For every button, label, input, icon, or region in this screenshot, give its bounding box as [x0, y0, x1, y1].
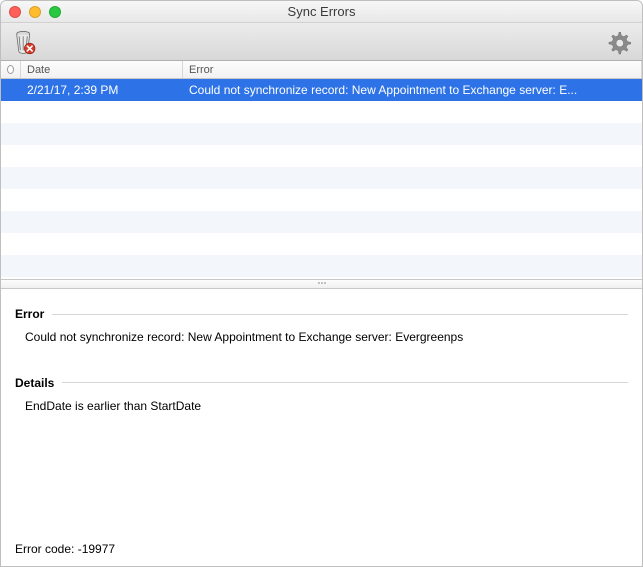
sync-errors-window: Sync Errors	[0, 0, 643, 567]
window-controls	[9, 6, 61, 18]
header-select-all[interactable]	[1, 61, 21, 78]
table-row[interactable]	[1, 233, 642, 255]
toolbar	[1, 23, 642, 61]
window-title: Sync Errors	[1, 4, 642, 19]
radio-icon	[7, 65, 14, 74]
gear-icon	[606, 29, 632, 55]
error-section: Error Could not synchronize record: New …	[15, 307, 628, 346]
details-section: Details EndDate is earlier than StartDat…	[15, 376, 628, 415]
error-section-body: Could not synchronize record: New Appoin…	[15, 329, 628, 346]
details-section-body: EndDate is earlier than StartDate	[15, 398, 628, 415]
rule-icon	[52, 314, 628, 315]
error-code-value: -19977	[78, 542, 115, 556]
close-window-button[interactable]	[9, 6, 21, 18]
details-section-title: Details	[15, 376, 54, 390]
table-row[interactable]	[1, 145, 642, 167]
table-row[interactable]	[1, 189, 642, 211]
header-error[interactable]: Error	[183, 61, 642, 78]
detail-pane: Error Could not synchronize record: New …	[1, 289, 642, 566]
grip-icon	[317, 282, 327, 286]
settings-button[interactable]	[604, 27, 634, 57]
table-row[interactable]	[1, 211, 642, 233]
titlebar: Sync Errors	[1, 1, 642, 23]
rule-icon	[62, 382, 628, 383]
header-date[interactable]: Date	[21, 61, 183, 78]
minimize-window-button[interactable]	[29, 6, 41, 18]
table-row[interactable]: 2/21/17, 2:39 PM Could not synchronize r…	[1, 79, 642, 101]
table-row[interactable]	[1, 255, 642, 277]
error-list: 2/21/17, 2:39 PM Could not synchronize r…	[1, 79, 642, 279]
table-header: Date Error	[1, 61, 642, 79]
table-row[interactable]	[1, 101, 642, 123]
row-date: 2/21/17, 2:39 PM	[21, 83, 183, 97]
zoom-window-button[interactable]	[49, 6, 61, 18]
row-error: Could not synchronize record: New Appoin…	[183, 83, 642, 97]
table-row[interactable]	[1, 167, 642, 189]
error-code-label: Error code:	[15, 542, 74, 556]
table-row[interactable]	[1, 123, 642, 145]
error-section-title: Error	[15, 307, 44, 321]
delete-button[interactable]	[9, 27, 39, 57]
pane-divider[interactable]	[1, 279, 642, 289]
error-code-line: Error code: -19977	[15, 542, 628, 556]
trash-icon	[11, 29, 37, 55]
